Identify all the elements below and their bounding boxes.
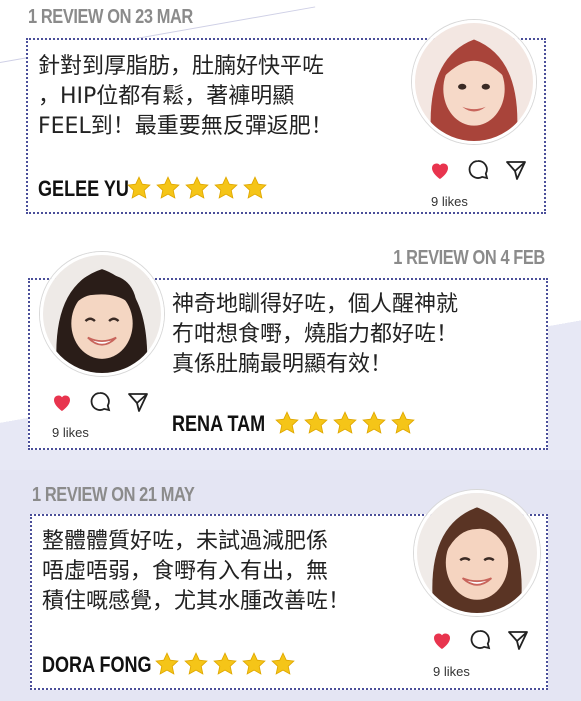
star-icon (362, 411, 386, 434)
heart-icon[interactable] (428, 158, 452, 182)
avatar-photo (415, 23, 533, 141)
likes-count: 9 likes (431, 194, 468, 209)
star-icon (242, 652, 266, 675)
review-quote: 整體體質好咗，未試過減肥係 唔虛唔弱，食嘢有入有出，無 積住嘅感覺，尤其水腫改善… (42, 529, 351, 614)
star-icon (213, 652, 237, 675)
avatar (414, 490, 540, 616)
likes-count: 9 likes (433, 664, 470, 679)
share-icon[interactable] (126, 390, 150, 414)
post-actions (430, 628, 530, 652)
reviewer-name: RENA TAM (172, 411, 266, 436)
post-actions (428, 158, 528, 182)
star-icon (185, 176, 209, 199)
star-icon (127, 176, 151, 199)
comment-icon[interactable] (88, 390, 112, 414)
star-icon (333, 411, 357, 434)
star-icon (275, 411, 299, 434)
post-actions (50, 390, 150, 414)
star-rating (154, 651, 296, 677)
star-icon (304, 411, 328, 434)
share-icon[interactable] (504, 158, 528, 182)
comment-icon[interactable] (468, 628, 492, 652)
heart-icon[interactable] (430, 628, 454, 652)
review-heading: 1 REVIEW ON 4 FEB (393, 247, 545, 269)
likes-count: 9 likes (52, 425, 89, 440)
star-rating (274, 410, 416, 436)
reviewer-name: GELEE YU (38, 176, 129, 201)
star-icon (184, 652, 208, 675)
star-icon (214, 176, 238, 199)
star-icon (156, 176, 180, 199)
review-quote: 針對到厚脂肪，肚腩好快平咗 ，HIP位都有鬆，著褲明顯 FEEL到！最重要無反彈… (38, 54, 333, 139)
star-icon (155, 652, 179, 675)
heart-icon[interactable] (50, 390, 74, 414)
avatar-photo (43, 255, 161, 373)
star-rating (126, 175, 268, 201)
review-heading: 1 REVIEW ON 21 MAY (32, 484, 195, 506)
avatar-photo (417, 493, 537, 613)
reviewer-name: DORA FONG (42, 652, 152, 677)
comment-icon[interactable] (466, 158, 490, 182)
review-heading: 1 REVIEW ON 23 MAR (28, 6, 193, 28)
share-icon[interactable] (506, 628, 530, 652)
avatar (40, 252, 164, 376)
star-icon (271, 652, 295, 675)
avatar (412, 20, 536, 144)
review-quote: 神奇地瞓得好咗，個人醒神就 冇咁想食嘢，燒脂力都好咗！ 真係肚腩最明顯有效！ (172, 292, 459, 377)
star-icon (391, 411, 415, 434)
star-icon (243, 176, 267, 199)
